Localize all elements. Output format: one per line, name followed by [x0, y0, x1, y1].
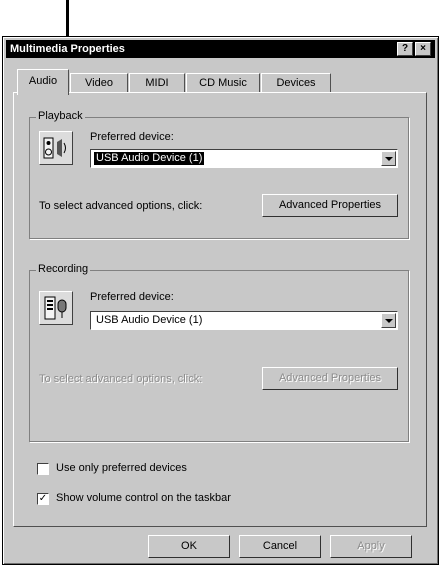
microphone-icon: [39, 291, 73, 325]
multimedia-properties-dialog: Multimedia Properties ? × Audio Video MI…: [2, 36, 439, 565]
playback-device-label: Preferred device:: [90, 131, 174, 143]
speaker-icon: [39, 131, 73, 165]
tab-midi[interactable]: MIDI: [129, 73, 185, 93]
audio-tab-panel: Playback Preferred device: USB Audio Dev…: [13, 92, 427, 527]
show-volume-control-label[interactable]: Show volume control on the taskbar: [56, 492, 231, 504]
ok-button[interactable]: OK: [148, 535, 230, 558]
recording-device-value: USB Audio Device (1): [96, 314, 203, 326]
window-title: Multimedia Properties: [10, 43, 125, 55]
chevron-down-icon[interactable]: [381, 151, 396, 166]
tab-devices[interactable]: Devices: [261, 73, 331, 93]
recording-device-label: Preferred device:: [90, 291, 174, 303]
show-volume-control-checkbox[interactable]: ✓: [37, 493, 49, 505]
tab-audio[interactable]: Audio: [17, 69, 69, 95]
tab-video[interactable]: Video: [70, 73, 128, 93]
use-preferred-devices-label[interactable]: Use only preferred devices: [56, 462, 187, 474]
recording-group: Recording Preferred device: USB Audio De…: [29, 263, 409, 442]
help-button[interactable]: ?: [397, 42, 413, 56]
playback-advanced-text: To select advanced options, click:: [39, 200, 203, 212]
recording-device-select[interactable]: USB Audio Device (1): [90, 311, 398, 330]
apply-button: Apply: [330, 535, 412, 558]
playback-group-label: Playback: [36, 110, 85, 122]
playback-group: Playback Preferred device: USB Audio Dev…: [29, 110, 409, 239]
recording-advanced-text: To select advanced options, click:: [39, 373, 203, 385]
playback-device-select[interactable]: USB Audio Device (1): [90, 149, 398, 168]
close-button[interactable]: ×: [415, 42, 431, 56]
checkmark-icon: ✓: [38, 493, 48, 504]
title-bar[interactable]: Multimedia Properties ? ×: [6, 40, 435, 58]
chevron-down-icon[interactable]: [381, 313, 396, 328]
cancel-button[interactable]: Cancel: [239, 535, 321, 558]
tab-cd-music[interactable]: CD Music: [186, 73, 260, 93]
playback-device-value: USB Audio Device (1): [94, 152, 205, 165]
use-preferred-devices-checkbox[interactable]: [37, 463, 49, 475]
recording-advanced-properties-button: Advanced Properties: [262, 367, 398, 390]
recording-group-label: Recording: [36, 263, 91, 275]
playback-advanced-properties-button[interactable]: Advanced Properties: [262, 194, 398, 217]
